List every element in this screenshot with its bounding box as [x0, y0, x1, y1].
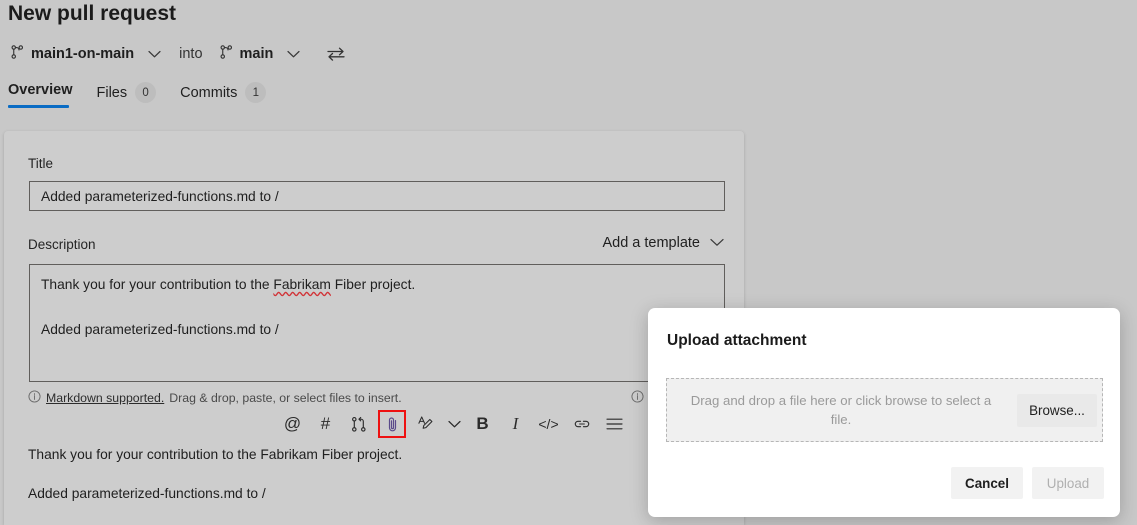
preview-line-2: Added parameterized-functions.md to / — [28, 483, 728, 505]
bulleted-list-icon[interactable] — [598, 409, 631, 439]
source-branch-name: main1-on-main — [31, 46, 134, 62]
branch-selector-bar: main1-on-main into main — [8, 42, 346, 66]
work-item-icon[interactable]: # — [309, 409, 342, 439]
git-branch-icon — [10, 44, 25, 65]
preview-line-1: Thank you for your contribution to the F… — [28, 444, 728, 466]
markdown-toolbar: @ # — [276, 409, 631, 439]
tab-overview[interactable]: Overview — [8, 82, 83, 108]
add-template-label: Add a template — [602, 235, 700, 251]
page-title: New pull request — [8, 2, 176, 26]
link-icon[interactable] — [565, 409, 598, 439]
upload-attachment-dialog: Upload attachment Drag and drop a file h… — [648, 308, 1120, 517]
description-line-1: Thank you for your contribution to the F… — [41, 274, 713, 296]
tab-commits[interactable]: Commits 1 — [180, 82, 276, 113]
dropzone-instruction-text: Drag and drop a file here or click brows… — [667, 391, 1017, 429]
mention-icon[interactable]: @ — [276, 409, 309, 439]
description-preview: Thank you for your contribution to the F… — [28, 444, 728, 523]
title-field-label: Title — [28, 156, 53, 171]
markdown-hint-text: Drag & drop, paste, or select files to i… — [169, 391, 401, 405]
upload-button[interactable]: Upload — [1032, 467, 1104, 499]
description-field-label: Description — [28, 237, 96, 252]
tab-count-badge: 1 — [245, 82, 266, 103]
chevron-down-icon — [148, 50, 161, 58]
code-icon[interactable]: </> — [532, 409, 565, 439]
title-input[interactable] — [29, 181, 725, 211]
chevron-down-icon — [710, 234, 724, 252]
markdown-supported-link[interactable]: Markdown supported. — [46, 391, 164, 405]
chevron-down-icon — [287, 50, 300, 58]
dialog-title: Upload attachment — [667, 332, 807, 350]
add-template-dropdown[interactable]: Add a template — [602, 234, 724, 252]
description-textarea[interactable]: Thank you for your contribution to the F… — [29, 264, 725, 382]
pull-request-form-card: Title Description Add a template Thank y… — [4, 131, 744, 525]
attachment-icon[interactable] — [378, 410, 406, 438]
tab-label: Commits — [180, 85, 237, 101]
tab-label: Overview — [8, 82, 73, 98]
text-highlight-icon[interactable] — [409, 409, 442, 439]
target-branch-selector[interactable]: main — [217, 44, 303, 65]
markdown-hint: Markdown supported. Drag & drop, paste, … — [28, 390, 402, 406]
description-line-2: Added parameterized-functions.md to / — [41, 319, 713, 341]
info-icon — [28, 390, 41, 406]
dialog-actions: Cancel Upload — [951, 467, 1104, 499]
tab-bar: Overview Files 0 Commits 1 — [8, 82, 290, 118]
browse-button[interactable]: Browse... — [1017, 394, 1097, 427]
file-dropzone[interactable]: Drag and drop a file here or click brows… — [666, 378, 1103, 442]
target-branch-name: main — [240, 46, 274, 62]
chevron-down-icon[interactable] — [442, 409, 466, 439]
swap-branches-icon[interactable] — [326, 47, 346, 61]
tab-count-badge: 0 — [135, 82, 156, 103]
bold-icon[interactable]: B — [466, 409, 499, 439]
cancel-button[interactable]: Cancel — [951, 467, 1023, 499]
source-branch-selector[interactable]: main1-on-main — [8, 44, 163, 65]
tab-label: Files — [97, 85, 128, 101]
markdown-hint-secondary — [631, 390, 644, 406]
into-label: into — [179, 46, 202, 62]
italic-icon[interactable]: I — [499, 409, 532, 439]
pull-request-icon[interactable] — [342, 409, 375, 439]
tab-files[interactable]: Files 0 — [97, 82, 167, 113]
git-branch-icon — [219, 44, 234, 65]
info-icon — [631, 390, 644, 406]
